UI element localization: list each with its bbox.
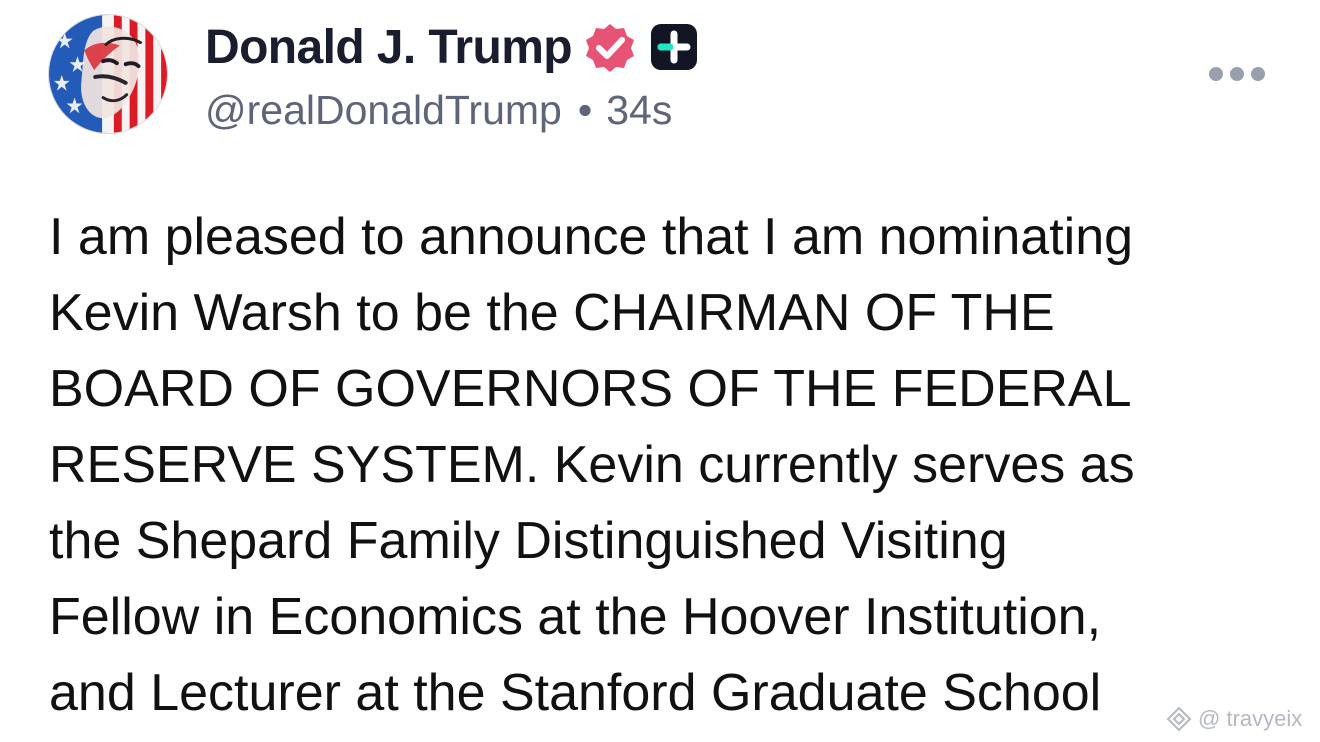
meta-separator: • bbox=[577, 86, 593, 133]
post-text-line: I am pleased to announce that I am nomin… bbox=[49, 208, 1134, 266]
more-options-button[interactable] bbox=[1198, 50, 1276, 98]
post-text-line: the Shepard Family Distinguished Visitin… bbox=[49, 512, 1008, 570]
more-icon-dot bbox=[1251, 67, 1265, 81]
post-timestamp[interactable]: 34s bbox=[606, 87, 672, 134]
watermark-text: @ travyeix bbox=[1198, 706, 1303, 731]
verified-badge-icon bbox=[584, 21, 636, 73]
post-text-line: BOARD OF GOVERNORS OF THE FEDERAL bbox=[49, 360, 1132, 418]
watermark: @ travyeix bbox=[1166, 702, 1302, 736]
more-icon-dot bbox=[1230, 67, 1244, 81]
post-text: I am pleased to announce that I am nomin… bbox=[49, 199, 1264, 731]
plus-badge-icon bbox=[648, 21, 700, 73]
truth-social-post: Donald J. Trump @realDonaldTrump • 34s I… bbox=[0, 0, 1320, 742]
author-handle[interactable]: @realDonaldTrump bbox=[205, 87, 562, 134]
more-icon-dot bbox=[1209, 67, 1223, 81]
post-text-line: RESERVE SYSTEM. Kevin currently serves a… bbox=[49, 436, 1135, 494]
avatar[interactable] bbox=[48, 14, 168, 134]
post-text-line: Kevin Warsh to be the CHAIRMAN OF THE bbox=[49, 284, 1055, 342]
author-name-row: Donald J. Trump bbox=[205, 16, 700, 78]
author-display-name[interactable]: Donald J. Trump bbox=[205, 20, 573, 75]
author-meta-row: @realDonaldTrump • 34s bbox=[205, 84, 672, 136]
watermark-logo-icon bbox=[1166, 706, 1192, 732]
post-text-line: Fellow in Economics at the Hoover Instit… bbox=[49, 588, 1102, 646]
post-text-line: and Lecturer at the Stanford Graduate Sc… bbox=[49, 664, 1102, 722]
